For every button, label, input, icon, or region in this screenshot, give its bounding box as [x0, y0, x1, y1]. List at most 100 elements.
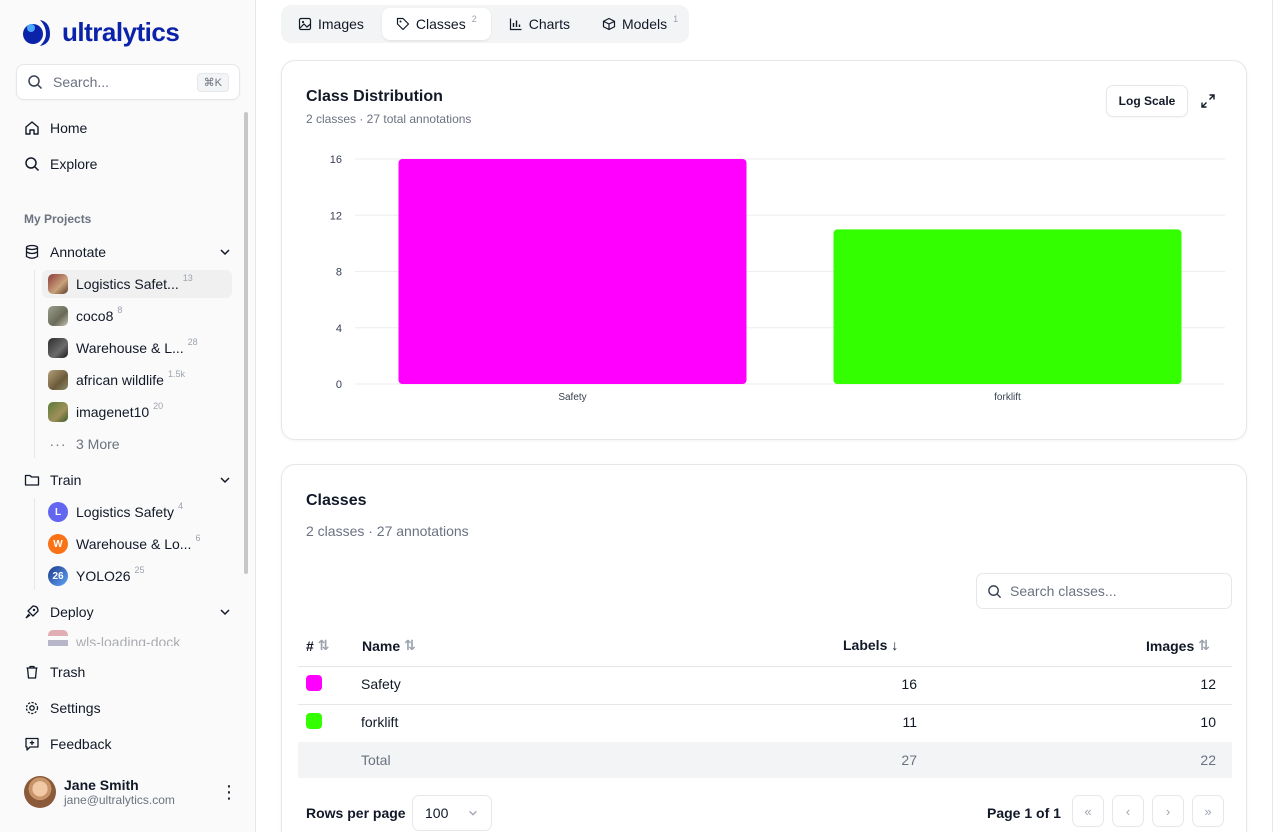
tab-charts[interactable]: Charts — [495, 8, 584, 40]
sidebar-search[interactable]: Search... ⌘K — [16, 64, 240, 100]
column-header-name[interactable]: Name ⇅ — [362, 637, 416, 654]
total-labels: 27 — [901, 752, 917, 768]
train-item[interactable]: W Warehouse & Lo... 6 — [42, 530, 232, 558]
feedback-icon — [25, 737, 39, 751]
project-item[interactable]: african wildlife 1.5k — [42, 366, 232, 394]
project-item[interactable]: coco8 8 — [42, 302, 232, 330]
class-search-placeholder: Search classes... — [1010, 583, 1117, 599]
sort-descending-icon: ↓ — [891, 637, 899, 653]
train-item[interactable]: 26 YOLO26 25 — [42, 562, 232, 590]
chevron-down-icon[interactable] — [218, 605, 232, 619]
y-tick-label: 8 — [336, 267, 342, 279]
class-labels: 11 — [902, 714, 917, 730]
group-annotate-label: Annotate — [50, 244, 107, 260]
chevrons-right-icon: » — [1204, 803, 1212, 819]
rows-per-page-select[interactable]: 100 — [412, 795, 492, 831]
class-name[interactable]: forklift — [361, 714, 398, 730]
group-annotate[interactable]: Annotate — [24, 240, 232, 264]
previous-page-button[interactable]: ‹ — [1112, 795, 1144, 827]
image-icon — [298, 17, 312, 31]
column-header-index[interactable]: # ⇅ — [306, 637, 330, 654]
search-placeholder: Search... — [53, 74, 110, 90]
search-icon — [28, 75, 43, 90]
column-label: Labels — [843, 637, 888, 653]
rows-per-page-label: Rows per page — [306, 805, 406, 821]
project-label: african wildlife — [76, 372, 164, 388]
classes-title: Classes — [306, 492, 367, 509]
nav-settings[interactable]: Settings — [24, 696, 101, 720]
nav-trash[interactable]: Trash — [24, 660, 85, 684]
nav-home-label: Home — [50, 120, 88, 136]
user-menu[interactable]: Jane Smith jane@ultralytics.com ⋮ — [24, 774, 238, 810]
next-page-button[interactable]: › — [1152, 795, 1184, 827]
logo-text: ultralytics — [62, 16, 180, 47]
class-search-input[interactable]: Search classes... — [976, 573, 1232, 609]
kebab-menu-icon[interactable]: ⋮ — [220, 782, 238, 803]
project-item[interactable]: Warehouse & L... 28 — [42, 334, 232, 362]
total-images: 22 — [1200, 752, 1216, 768]
tag-icon — [396, 17, 410, 31]
chevron-down-icon — [469, 810, 477, 816]
chevron-right-icon: › — [1165, 803, 1171, 819]
project-count: 20 — [153, 401, 164, 411]
train-count: 6 — [195, 533, 201, 543]
class-color-swatch[interactable] — [306, 713, 322, 729]
page-scrollbar-track — [1272, 0, 1273, 832]
nav-feedback-label: Feedback — [50, 736, 112, 752]
sidebar-scrollbar[interactable] — [244, 112, 248, 574]
project-item[interactable]: Logistics Safet... 13 — [42, 270, 232, 298]
tab-charts-label: Charts — [528, 16, 570, 32]
deploy-item[interactable]: wls-loading-dock — [42, 630, 232, 646]
project-count: 8 — [117, 305, 123, 315]
tab-images-label: Images — [318, 16, 364, 32]
project-thumbnail — [48, 370, 68, 390]
project-label: Warehouse & L... — [76, 340, 184, 356]
train-avatar: 26 — [48, 566, 68, 586]
page-info: Page 1 of 1 — [987, 805, 1061, 821]
total-label: Total — [361, 752, 391, 768]
group-train[interactable]: Train — [24, 468, 232, 492]
column-header-images[interactable]: Images ⇅ — [1146, 637, 1210, 654]
nav-explore[interactable]: Explore — [24, 152, 97, 176]
chevron-down-icon[interactable] — [218, 245, 232, 259]
logo[interactable]: ultralytics — [22, 16, 180, 48]
class-name[interactable]: Safety — [361, 676, 401, 692]
y-tick-label: 4 — [336, 323, 342, 335]
project-item[interactable]: imagenet10 20 — [42, 398, 232, 426]
group-train-label: Train — [50, 472, 82, 488]
last-page-button[interactable]: » — [1192, 795, 1224, 827]
flag-icon — [48, 630, 68, 646]
sidebar: ultralytics Search... ⌘K Home Explore My… — [0, 0, 256, 832]
rocket-icon — [25, 605, 39, 619]
class-color-swatch[interactable] — [306, 675, 322, 691]
show-more-projects[interactable]: ··· 3 More — [42, 430, 232, 458]
train-avatar: W — [48, 534, 68, 554]
train-label: Warehouse & Lo... — [76, 536, 192, 552]
tab-classes[interactable]: Classes 2 — [381, 8, 491, 40]
database-icon — [25, 244, 39, 259]
project-count: 13 — [182, 273, 193, 283]
train-item[interactable]: L Logistics Safety 4 — [42, 498, 232, 526]
nav-home[interactable]: Home — [24, 116, 87, 140]
nav-feedback[interactable]: Feedback — [24, 732, 111, 756]
classes-subtitle: 2 classes · 27 annotations — [306, 523, 469, 539]
first-page-button[interactable]: « — [1072, 795, 1104, 827]
sort-icon: ⇅ — [404, 637, 416, 653]
section-label-my-projects: My Projects — [24, 212, 92, 226]
y-tick-label: 12 — [330, 210, 342, 222]
table-divider — [298, 666, 1232, 667]
gear-icon — [25, 701, 39, 715]
project-thumbnail — [48, 402, 68, 422]
ultralytics-logo-icon — [23, 20, 50, 46]
train-count: 4 — [178, 501, 184, 511]
column-header-labels[interactable]: Labels ↓ — [843, 637, 898, 653]
column-label: Name — [362, 637, 401, 654]
user-email: jane@ultralytics.com — [64, 793, 175, 807]
group-deploy[interactable]: Deploy — [24, 600, 232, 624]
tab-images[interactable]: Images — [284, 8, 378, 40]
rows-per-page-value: 100 — [425, 805, 449, 821]
tab-models[interactable]: Models 1 — [588, 8, 692, 40]
y-tick-label: 16 — [330, 154, 342, 166]
chevron-down-icon[interactable] — [218, 473, 232, 487]
class-images: 10 — [1200, 714, 1216, 730]
